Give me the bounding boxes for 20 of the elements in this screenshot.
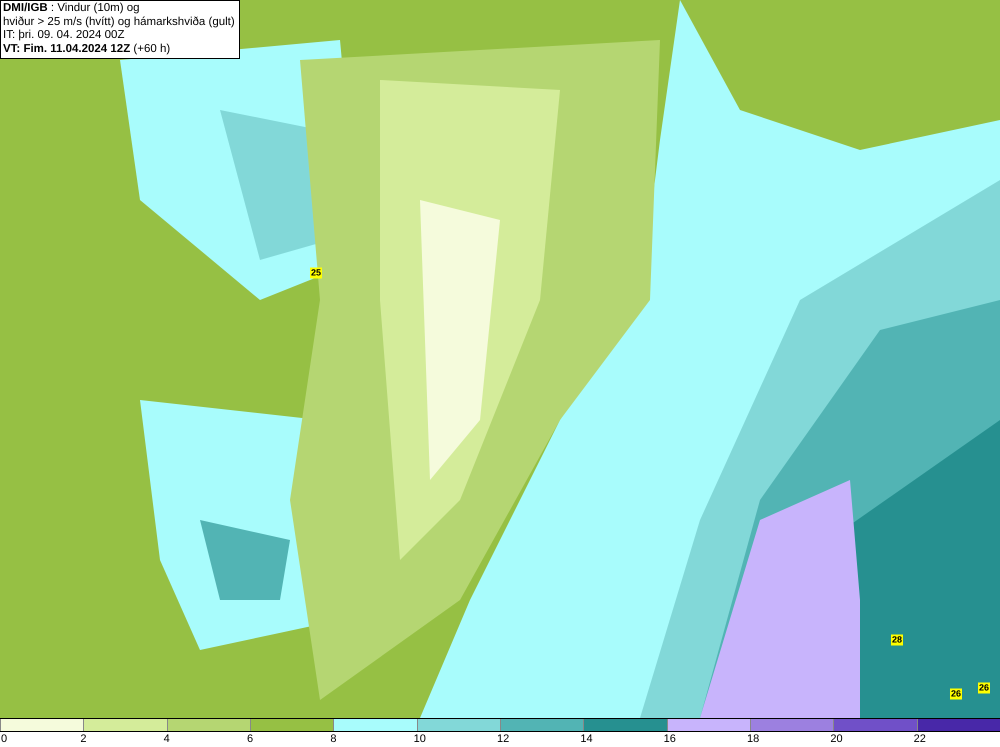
legend-label: 20 [830, 732, 843, 746]
gust-label: 28 [891, 634, 903, 646]
title-line: IT: þri. 09. 04. 2024 00Z [3, 29, 126, 42]
gust-label: 26 [950, 688, 962, 700]
gust-label: 26 [978, 682, 990, 694]
legend-label: 8 [330, 732, 336, 746]
title-line: DMI/IGB : Vindur (10m) og [3, 2, 141, 16]
legend-label: 22 [914, 732, 926, 746]
legend-label: 0 [1, 732, 8, 746]
legend-label: 4 [164, 732, 170, 746]
legend-label: 6 [247, 732, 254, 746]
legend-label: 18 [747, 732, 760, 746]
legend-label: 10 [414, 732, 426, 746]
gust-label: 25 [310, 267, 322, 278]
legend-label: 16 [664, 732, 676, 746]
title-line: VT: Fim. 11.04.2024 12Z (+60 h) [3, 42, 172, 56]
legend-label: 14 [580, 732, 593, 746]
legend-label: 12 [497, 732, 510, 746]
legend-label: 2 [80, 732, 86, 746]
title-line: hviður > 25 m/s (hvítt) og hámarkshviða (gult) [3, 16, 235, 29]
